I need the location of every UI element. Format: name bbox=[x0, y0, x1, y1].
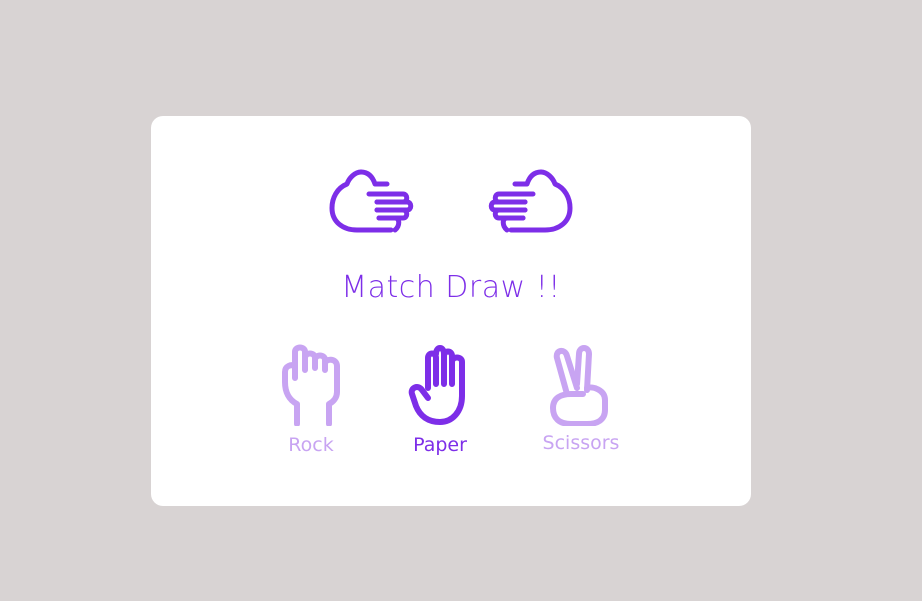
rock-button[interactable]: Rock bbox=[256, 344, 366, 456]
scissors-hand-icon bbox=[549, 344, 613, 426]
result-text: Match Draw !! bbox=[341, 270, 561, 305]
rock-fist-icon bbox=[279, 344, 343, 426]
paper-hand-icon bbox=[408, 344, 472, 426]
scissors-button[interactable]: Scissors bbox=[526, 344, 636, 454]
paper-button[interactable]: Paper bbox=[385, 344, 495, 456]
game-card: Match Draw !! Rock Paper Scissors bbox=[151, 116, 751, 506]
rock-label: Rock bbox=[288, 434, 334, 456]
paper-label: Paper bbox=[413, 434, 467, 456]
scissors-label: Scissors bbox=[542, 432, 620, 454]
computer-hand-icon bbox=[487, 168, 573, 234]
player-hand-icon bbox=[329, 168, 415, 234]
